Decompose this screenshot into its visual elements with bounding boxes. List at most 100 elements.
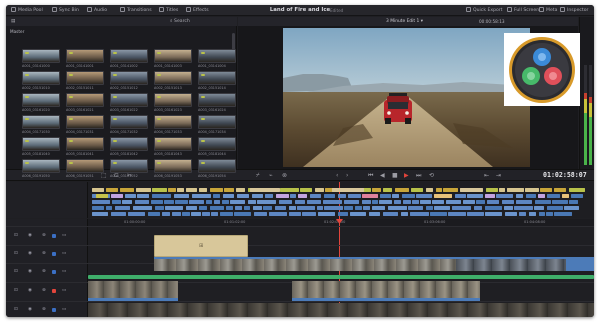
loop-icon[interactable]: ⟲ [429, 172, 434, 179]
upper-timeline-clip[interactable] [263, 206, 272, 210]
upper-timeline-clip[interactable] [244, 206, 250, 210]
upper-timeline-clip[interactable] [236, 188, 245, 192]
upper-timeline-clip[interactable] [275, 206, 286, 210]
clip-thumbnail[interactable]: A005_03181044 [198, 137, 236, 159]
upper-timeline-clip[interactable] [302, 212, 316, 216]
upper-timeline-clip[interactable] [206, 200, 212, 204]
upper-timeline-clip[interactable] [152, 194, 171, 198]
upper-timeline-clip[interactable] [210, 206, 224, 210]
upper-timeline-clip[interactable] [223, 194, 234, 198]
quick-export-button[interactable]: Quick Export [466, 6, 503, 15]
upper-timeline-clip[interactable] [538, 194, 545, 198]
clip-thumbnail[interactable]: A002_03151011 [66, 71, 104, 93]
upper-timeline-clip[interactable] [372, 206, 385, 210]
upper-timeline-clip[interactable] [254, 212, 267, 216]
search-button[interactable]: ⌕ Search [170, 17, 190, 26]
upper-timeline-clip[interactable] [369, 212, 380, 216]
upper-timeline-clip[interactable] [467, 194, 483, 198]
upper-timeline-clip[interactable] [252, 194, 263, 198]
eye-icon[interactable]: ◉ [28, 233, 32, 239]
upper-timeline-clip[interactable] [297, 206, 315, 210]
upper-timeline-clip[interactable] [226, 206, 233, 210]
upper-timeline-clip[interactable] [496, 194, 513, 198]
upper-timeline-clip[interactable] [460, 188, 482, 192]
upper-timeline-clip[interactable] [412, 200, 419, 204]
upper-timeline-clip[interactable] [224, 188, 234, 192]
upper-timeline-clip[interactable] [276, 194, 289, 198]
upper-timeline-clip[interactable] [135, 200, 149, 204]
upper-timeline-clip[interactable] [526, 194, 536, 198]
upper-timeline-clip[interactable] [486, 188, 498, 192]
upper-timeline-clip[interactable] [202, 212, 210, 216]
upper-timeline-clip[interactable] [430, 212, 447, 216]
upper-timeline-clip[interactable] [125, 194, 136, 198]
clip-thumbnail[interactable]: A006_03191051 [66, 159, 104, 181]
upper-timeline-clip[interactable] [516, 200, 532, 204]
upper-timeline-clip[interactable] [168, 188, 176, 192]
upper-timeline-clip[interactable] [410, 212, 429, 216]
rewind-icon[interactable]: ◀ [380, 172, 385, 179]
upper-timeline-clip[interactable] [392, 194, 399, 198]
clip-thumbnail[interactable]: A001_03141001 [66, 49, 104, 71]
monitor-icon[interactable]: ▭ [62, 233, 66, 239]
upper-timeline-clip[interactable] [350, 212, 366, 216]
upper-timeline-clip[interactable] [344, 200, 359, 204]
upper-timeline-clip[interactable] [253, 206, 262, 210]
link-icon[interactable]: ⊗ [42, 288, 46, 294]
upper-timeline-clip[interactable] [547, 206, 563, 210]
clip-thumbnail[interactable]: A006_03191054 [198, 159, 236, 181]
upper-timeline-clip[interactable] [92, 188, 104, 192]
upper-timeline-clip[interactable] [318, 212, 335, 216]
upper-timeline-clip[interactable] [388, 206, 407, 210]
timeline-name-dropdown[interactable]: 3 Minute Edit 1 ▾ [386, 17, 423, 26]
transitions-tab[interactable]: Transitions [120, 6, 152, 15]
upper-timeline-clip[interactable] [151, 200, 163, 204]
upper-timeline-clip[interactable] [362, 194, 378, 198]
monitor-icon[interactable]: ▭ [62, 307, 66, 313]
upper-timeline-clip[interactable] [213, 194, 220, 198]
upper-timeline-clip[interactable] [128, 212, 145, 216]
upper-timeline-clip[interactable] [162, 212, 170, 216]
upper-timeline-clip[interactable] [434, 194, 452, 198]
prev-frame-icon[interactable]: ‹ [336, 172, 338, 179]
skip-forward-icon[interactable]: ⏭ [416, 172, 421, 179]
clip-thumbnail[interactable]: A003_03161023 [154, 93, 192, 115]
upper-timeline-clip[interactable] [250, 188, 280, 192]
upper-timeline-clip[interactable] [338, 194, 346, 198]
clip-thumbnail[interactable]: A005_03181041 [66, 137, 104, 159]
out-point-icon[interactable]: ⇥ [496, 172, 501, 179]
upper-timeline-clip[interactable] [315, 188, 324, 192]
upper-timeline-clip[interactable] [485, 194, 495, 198]
eye-icon[interactable]: ◉ [28, 251, 32, 257]
clip-thumbnail[interactable]: A002_03151012 [110, 71, 148, 93]
upper-timeline-clip[interactable] [289, 206, 296, 210]
upper-timeline-clip[interactable] [539, 212, 545, 216]
upper-timeline-clip[interactable] [192, 194, 211, 198]
upper-timeline-clip[interactable] [348, 194, 361, 198]
upper-timeline-clip[interactable] [420, 200, 431, 204]
clip-thumbnail[interactable]: A002_03151013 [154, 71, 192, 93]
upper-timeline-clip[interactable] [295, 200, 305, 204]
play-icon[interactable]: ▶ [404, 172, 409, 179]
lock-icon[interactable]: ⊡ [14, 269, 18, 275]
upper-timeline-clip[interactable] [372, 200, 378, 204]
upper-timeline-clip[interactable] [448, 212, 466, 216]
in-point-icon[interactable]: ⇤ [484, 172, 489, 179]
upper-timeline-clip[interactable] [115, 206, 130, 210]
upper-timeline-clip[interactable] [92, 206, 104, 210]
upper-timeline-clip[interactable] [289, 212, 301, 216]
upper-timeline-clip[interactable] [92, 212, 108, 216]
skip-back-icon[interactable]: ⏮ [368, 172, 373, 179]
upper-timeline-clip[interactable] [332, 188, 364, 192]
viewer-image[interactable] [283, 28, 530, 167]
lock-icon[interactable]: ⊡ [14, 307, 18, 313]
clip-thumbnail[interactable]: A001_03141002 [110, 49, 148, 71]
link-icon[interactable]: ⊗ [42, 233, 46, 239]
upper-timeline-clip[interactable] [172, 212, 181, 216]
upper-timeline-clip[interactable] [476, 200, 485, 204]
upper-timeline-clip[interactable] [525, 188, 539, 192]
upper-timeline-clip[interactable] [324, 206, 343, 210]
upper-timeline-clip[interactable] [111, 194, 123, 198]
upper-timeline-clip[interactable] [133, 206, 152, 210]
upper-timeline-clip[interactable] [120, 188, 134, 192]
